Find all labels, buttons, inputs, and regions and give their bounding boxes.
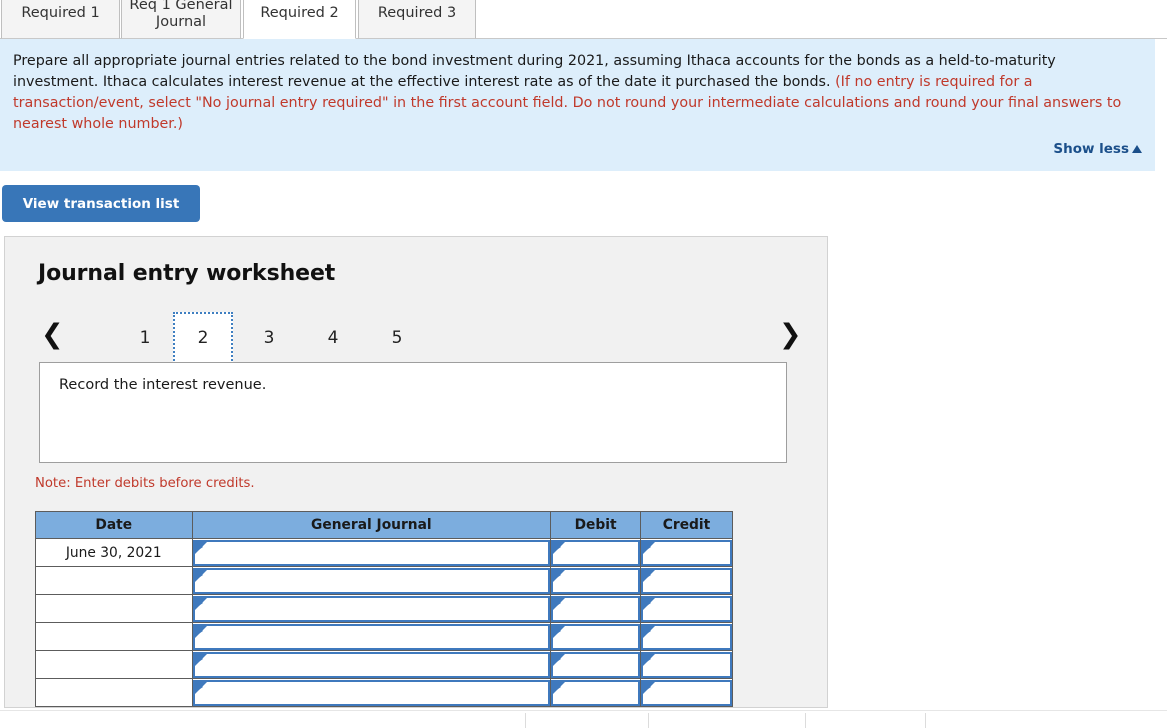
show-less-label: Show less bbox=[1053, 141, 1129, 157]
footer-divider bbox=[525, 713, 526, 728]
tab-label: Req 1 General Journal bbox=[129, 0, 233, 30]
credit-cell[interactable] bbox=[640, 622, 733, 651]
credit-cell[interactable] bbox=[640, 538, 733, 567]
credit-input[interactable] bbox=[641, 679, 732, 706]
credit-cell[interactable] bbox=[640, 678, 733, 707]
credit-cell[interactable] bbox=[640, 566, 733, 595]
worksheet-pager: ❮ 1 2 3 4 5 ❯ bbox=[31, 312, 802, 364]
page-root: Required 1 Req 1 General Journal Require… bbox=[0, 0, 1167, 728]
general-journal-cell[interactable] bbox=[191, 622, 552, 651]
page-button-5[interactable]: 5 bbox=[367, 312, 427, 364]
general-journal-cell[interactable] bbox=[191, 538, 552, 567]
debit-input[interactable] bbox=[551, 623, 641, 650]
account-select[interactable] bbox=[192, 595, 551, 622]
journal-entry-table: Date General Journal Debit Credit June 3… bbox=[35, 511, 733, 707]
date-cell[interactable]: June 30, 2021 bbox=[35, 538, 193, 567]
entry-description-box: Record the interest revenue. bbox=[39, 362, 787, 463]
debits-before-credits-note: Note: Enter debits before credits. bbox=[35, 476, 255, 491]
credit-input[interactable] bbox=[641, 567, 732, 594]
page-button-1[interactable]: 1 bbox=[115, 312, 175, 364]
account-select[interactable] bbox=[192, 651, 551, 678]
debit-input[interactable] bbox=[551, 539, 641, 566]
debit-cell[interactable] bbox=[550, 538, 642, 567]
chevron-right-icon[interactable]: ❯ bbox=[779, 318, 802, 352]
credit-input[interactable] bbox=[641, 539, 732, 566]
tab-required-3[interactable]: Required 3 bbox=[358, 0, 476, 39]
table-row bbox=[35, 650, 733, 679]
table-row bbox=[35, 678, 733, 707]
debit-cell[interactable] bbox=[550, 566, 642, 595]
column-header-general-journal: General Journal bbox=[191, 511, 552, 539]
credit-cell[interactable] bbox=[640, 594, 733, 623]
instruction-text: Prepare all appropriate journal entries … bbox=[13, 51, 1142, 135]
credit-input[interactable] bbox=[641, 595, 732, 622]
page-button-3[interactable]: 3 bbox=[239, 312, 299, 364]
account-select[interactable] bbox=[192, 679, 551, 706]
debit-input[interactable] bbox=[551, 679, 641, 706]
date-cell[interactable] bbox=[35, 594, 193, 623]
general-journal-cell[interactable] bbox=[191, 594, 552, 623]
instruction-panel: Prepare all appropriate journal entries … bbox=[0, 39, 1155, 171]
caret-up-icon bbox=[1132, 145, 1142, 153]
general-journal-cell[interactable] bbox=[191, 678, 552, 707]
tab-label: Required 2 bbox=[260, 5, 339, 21]
credit-input[interactable] bbox=[641, 651, 732, 678]
debit-input[interactable] bbox=[551, 651, 641, 678]
credit-input[interactable] bbox=[641, 623, 732, 650]
table-header-row: Date General Journal Debit Credit bbox=[35, 511, 733, 539]
general-journal-cell[interactable] bbox=[191, 566, 552, 595]
date-cell[interactable] bbox=[35, 650, 193, 679]
journal-entry-worksheet-panel: Journal entry worksheet ❮ 1 2 3 4 5 ❯ Re… bbox=[4, 236, 828, 708]
page-button-2[interactable]: 2 bbox=[173, 312, 233, 364]
debit-cell[interactable] bbox=[550, 594, 642, 623]
footer-bar bbox=[0, 710, 1167, 728]
view-transaction-list-button[interactable]: View transaction list bbox=[2, 185, 200, 222]
date-cell[interactable] bbox=[35, 622, 193, 651]
date-cell[interactable] bbox=[35, 566, 193, 595]
footer-divider bbox=[925, 713, 926, 728]
table-row bbox=[35, 622, 733, 651]
entry-description-text: Record the interest revenue. bbox=[59, 377, 267, 393]
tab-required-2[interactable]: Required 2 bbox=[243, 0, 356, 39]
footer-divider bbox=[648, 713, 649, 728]
column-header-credit: Credit bbox=[640, 511, 733, 539]
page-button-4[interactable]: 4 bbox=[303, 312, 363, 364]
chevron-left-icon[interactable]: ❮ bbox=[41, 318, 64, 352]
footer-divider bbox=[805, 713, 806, 728]
tab-req-1-general-journal[interactable]: Req 1 General Journal bbox=[121, 0, 241, 39]
worksheet-title: Journal entry worksheet bbox=[38, 261, 336, 286]
column-header-date: Date bbox=[35, 511, 193, 539]
debit-cell[interactable] bbox=[550, 622, 642, 651]
credit-cell[interactable] bbox=[640, 650, 733, 679]
show-less-toggle[interactable]: Show less bbox=[1053, 141, 1142, 157]
table-row bbox=[35, 594, 733, 623]
account-select[interactable] bbox=[192, 539, 551, 566]
general-journal-cell[interactable] bbox=[191, 650, 552, 679]
debit-cell[interactable] bbox=[550, 650, 642, 679]
column-header-debit: Debit bbox=[550, 511, 642, 539]
debit-input[interactable] bbox=[551, 595, 641, 622]
account-select[interactable] bbox=[192, 623, 551, 650]
table-row bbox=[35, 566, 733, 595]
date-cell[interactable] bbox=[35, 678, 193, 707]
debit-cell[interactable] bbox=[550, 678, 642, 707]
account-select[interactable] bbox=[192, 567, 551, 594]
tab-required-1[interactable]: Required 1 bbox=[1, 0, 120, 39]
tab-label: Required 1 bbox=[21, 5, 100, 21]
tab-bar: Required 1 Req 1 General Journal Require… bbox=[0, 0, 1167, 39]
debit-input[interactable] bbox=[551, 567, 641, 594]
table-row: June 30, 2021 bbox=[35, 538, 733, 567]
tab-label: Required 3 bbox=[377, 5, 457, 21]
